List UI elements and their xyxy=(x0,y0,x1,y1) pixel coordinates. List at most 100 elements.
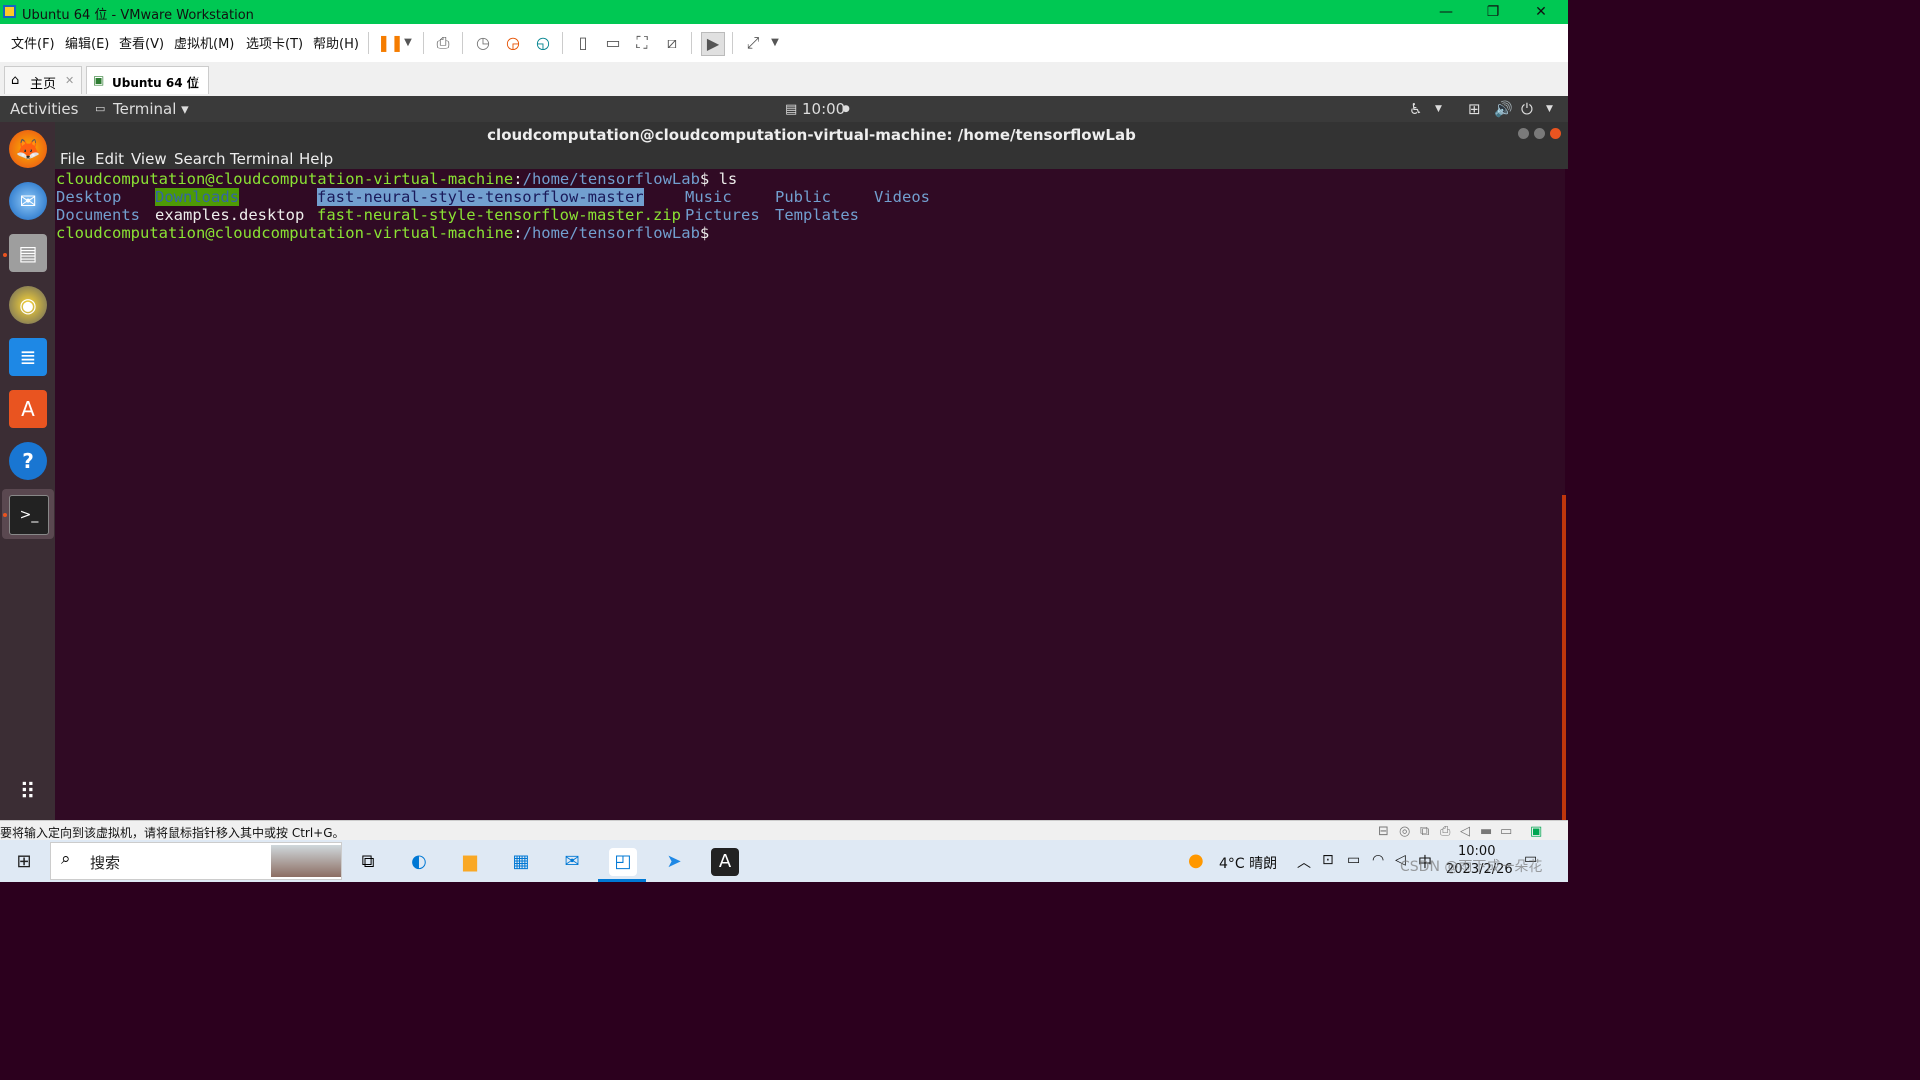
terminal-icon[interactable]: >_ xyxy=(9,495,49,535)
network-icon[interactable]: ⊞ xyxy=(1468,100,1481,118)
show-applications-icon[interactable]: ⠿ xyxy=(9,774,47,812)
minimize-icon[interactable] xyxy=(1518,128,1529,139)
prompt-path: /home/tensorflowLab xyxy=(522,224,700,242)
sidebar-toggle-icon[interactable]: ▯ xyxy=(572,32,594,54)
menu-tabs[interactable]: 选项卡(T) xyxy=(246,33,303,52)
mail-icon[interactable]: ✉ xyxy=(558,848,586,876)
chevron-up-icon[interactable]: ︿ xyxy=(1297,852,1311,872)
libreoffice-writer-icon[interactable]: ≣ xyxy=(9,338,47,376)
close-button[interactable]: ✕ xyxy=(1521,2,1561,22)
tab-home[interactable]: ⌂ 主页 ✕ xyxy=(4,66,82,94)
app-menu-terminal[interactable]: Terminal ▾ xyxy=(113,100,189,118)
tab-ubuntu[interactable]: ▣ Ubuntu 64 位 ✕ xyxy=(86,66,209,94)
snapshot-manager-icon[interactable]: ◵ xyxy=(532,32,554,54)
minimize-button[interactable]: — xyxy=(1426,2,1466,22)
ubuntu-clock[interactable]: 10:00 xyxy=(802,100,845,118)
listing-entry: fast-neural-style-tensorflow-master xyxy=(317,188,644,206)
ubuntu-dock: 🦊 ✉ ▤ ◉ ≣ A ? >_ ⠿ xyxy=(0,122,55,820)
wifi-icon[interactable]: ◠ xyxy=(1372,852,1384,868)
listing-entry: Videos xyxy=(874,188,930,206)
thunderbird-icon[interactable]: ✉ xyxy=(9,182,47,220)
acrobat-icon[interactable]: A xyxy=(711,848,739,876)
listing-entry: Music xyxy=(685,188,732,206)
menu-vm[interactable]: 虚拟机(M) xyxy=(174,33,234,52)
file-explorer-icon[interactable]: ▆ xyxy=(456,848,484,876)
close-icon[interactable]: ✕ xyxy=(65,74,74,87)
terminal-line-command: cloudcomputation@cloudcomputation-virtua… xyxy=(56,170,737,188)
weather-text[interactable]: 4°C 晴朗 xyxy=(1219,853,1277,873)
usb-device-icon[interactable]: ▬ xyxy=(1480,824,1492,839)
files-icon[interactable]: ▤ xyxy=(9,234,47,272)
windows-taskbar: ⊞ ⌕ 搜索 ⧉ ◐ ▆ ▦ ✉ ◰ ➤ A ● 4°C 晴朗 ︿ ⊡ ▭ ◠ … xyxy=(0,840,1568,882)
terminal-menu-file[interactable]: File xyxy=(60,150,85,168)
help-icon[interactable]: ? xyxy=(9,442,47,480)
vm-icon: ▣ xyxy=(93,73,105,87)
prompt-colon: : xyxy=(513,224,523,242)
close-icon[interactable] xyxy=(1550,128,1561,139)
listing-entry: examples.desktop xyxy=(155,206,305,224)
listing-entry: fast-neural-style-tensorflow-master.zip xyxy=(317,206,681,224)
menu-help[interactable]: 帮助(H) xyxy=(313,33,359,52)
chevron-down-icon[interactable]: ▼ xyxy=(1435,104,1442,114)
terminal-menu-view[interactable]: View xyxy=(131,150,167,168)
send-ctrl-alt-del-icon[interactable]: ⎙ xyxy=(432,32,454,54)
terminal-menu-terminal[interactable]: Terminal xyxy=(230,150,293,168)
firefox-icon[interactable]: 🦊 xyxy=(9,130,47,168)
weather-icon[interactable]: ● xyxy=(1188,850,1204,871)
pause-icon[interactable]: ❚❚ xyxy=(377,32,404,54)
software-center-icon[interactable]: A xyxy=(9,390,47,428)
typed-command: ls xyxy=(709,170,738,188)
windows-start-icon[interactable]: ⊞ xyxy=(10,848,38,876)
chevron-down-icon[interactable]: ▼ xyxy=(1546,104,1553,114)
status-message: 要将输入定向到该虚拟机，请将鼠标指针移入其中或按 Ctrl+G。 xyxy=(0,826,345,840)
search-placeholder: 搜索 xyxy=(90,854,121,872)
microsoft-store-icon[interactable]: ▦ xyxy=(507,848,535,876)
terminal-menu-edit[interactable]: Edit xyxy=(95,150,124,168)
terminal-app-icon: ▭ xyxy=(95,102,106,115)
menu-edit[interactable]: 编辑(E) xyxy=(65,33,109,52)
message-log-icon[interactable]: ▣ xyxy=(1530,824,1542,839)
taskbar-search-box[interactable]: ⌕ 搜索 xyxy=(50,842,342,880)
security-icon[interactable]: ⊡ xyxy=(1322,852,1334,868)
maximize-icon[interactable] xyxy=(1534,128,1545,139)
fullscreen-icon[interactable]: ⛶ xyxy=(631,32,653,54)
toolbar-separator xyxy=(691,32,692,54)
feishu-icon[interactable]: ➤ xyxy=(660,848,688,876)
task-view-icon[interactable]: ⧉ xyxy=(354,848,382,876)
volume-icon[interactable]: 🔊 xyxy=(1494,100,1513,118)
snapshot-icon[interactable]: ◷ xyxy=(472,32,494,54)
sound-card-icon[interactable]: ◁ xyxy=(1460,824,1470,839)
power-icon[interactable]: ⏻ xyxy=(1521,100,1533,118)
thumbnail-bar-icon[interactable]: ▭ xyxy=(602,32,624,54)
terminal-line-prompt: cloudcomputation@cloudcomputation-virtua… xyxy=(56,224,709,242)
notification-dot-icon: ● xyxy=(842,104,850,114)
edge-browser-icon[interactable]: ◐ xyxy=(405,848,433,876)
vmware-taskbar-icon[interactable]: ◰ xyxy=(609,848,637,876)
accessibility-icon[interactable]: ♿ xyxy=(1409,100,1422,118)
terminal-scrollbar[interactable] xyxy=(1562,495,1566,820)
close-icon[interactable]: ✕ xyxy=(191,74,200,87)
chevron-down-icon[interactable]: ▼ xyxy=(397,32,419,54)
stretch-guest-icon[interactable]: ⤢ xyxy=(742,32,764,54)
terminal-menu-search[interactable]: Search xyxy=(174,150,226,168)
hard-disk-icon[interactable]: ⊟ xyxy=(1378,824,1389,839)
revert-snapshot-icon[interactable]: ◶ xyxy=(502,32,524,54)
console-view-icon[interactable]: ▶ xyxy=(701,32,725,56)
terminal-menu-help[interactable]: Help xyxy=(299,150,333,168)
activities-button[interactable]: Activities xyxy=(10,100,78,118)
terminal-output[interactable]: cloudcomputation@cloudcomputation-virtua… xyxy=(55,169,1565,820)
listing-entry: Pictures xyxy=(685,206,760,224)
menu-file[interactable]: 文件(F) xyxy=(11,33,55,52)
host-status-bar: 要将输入定向到该虚拟机，请将鼠标指针移入其中或按 Ctrl+G。 ⊟ ◎ ⧉ ⎙… xyxy=(0,820,1568,841)
rhythmbox-icon[interactable]: ◉ xyxy=(9,286,47,324)
battery-icon[interactable]: ▭ xyxy=(1347,852,1360,868)
network-adapter-icon[interactable]: ⧉ xyxy=(1420,824,1429,839)
restore-button[interactable]: ❐ xyxy=(1473,2,1513,22)
display-icon[interactable]: ▭ xyxy=(1500,824,1512,839)
menu-view[interactable]: 查看(V) xyxy=(119,33,164,52)
printer-icon[interactable]: ⎙ xyxy=(1440,824,1450,839)
chevron-down-icon[interactable]: ▼ xyxy=(764,32,786,54)
unity-mode-icon[interactable]: ⧄ xyxy=(661,32,683,54)
cd-drive-icon[interactable]: ◎ xyxy=(1399,824,1410,839)
home-icon: ⌂ xyxy=(11,73,20,88)
